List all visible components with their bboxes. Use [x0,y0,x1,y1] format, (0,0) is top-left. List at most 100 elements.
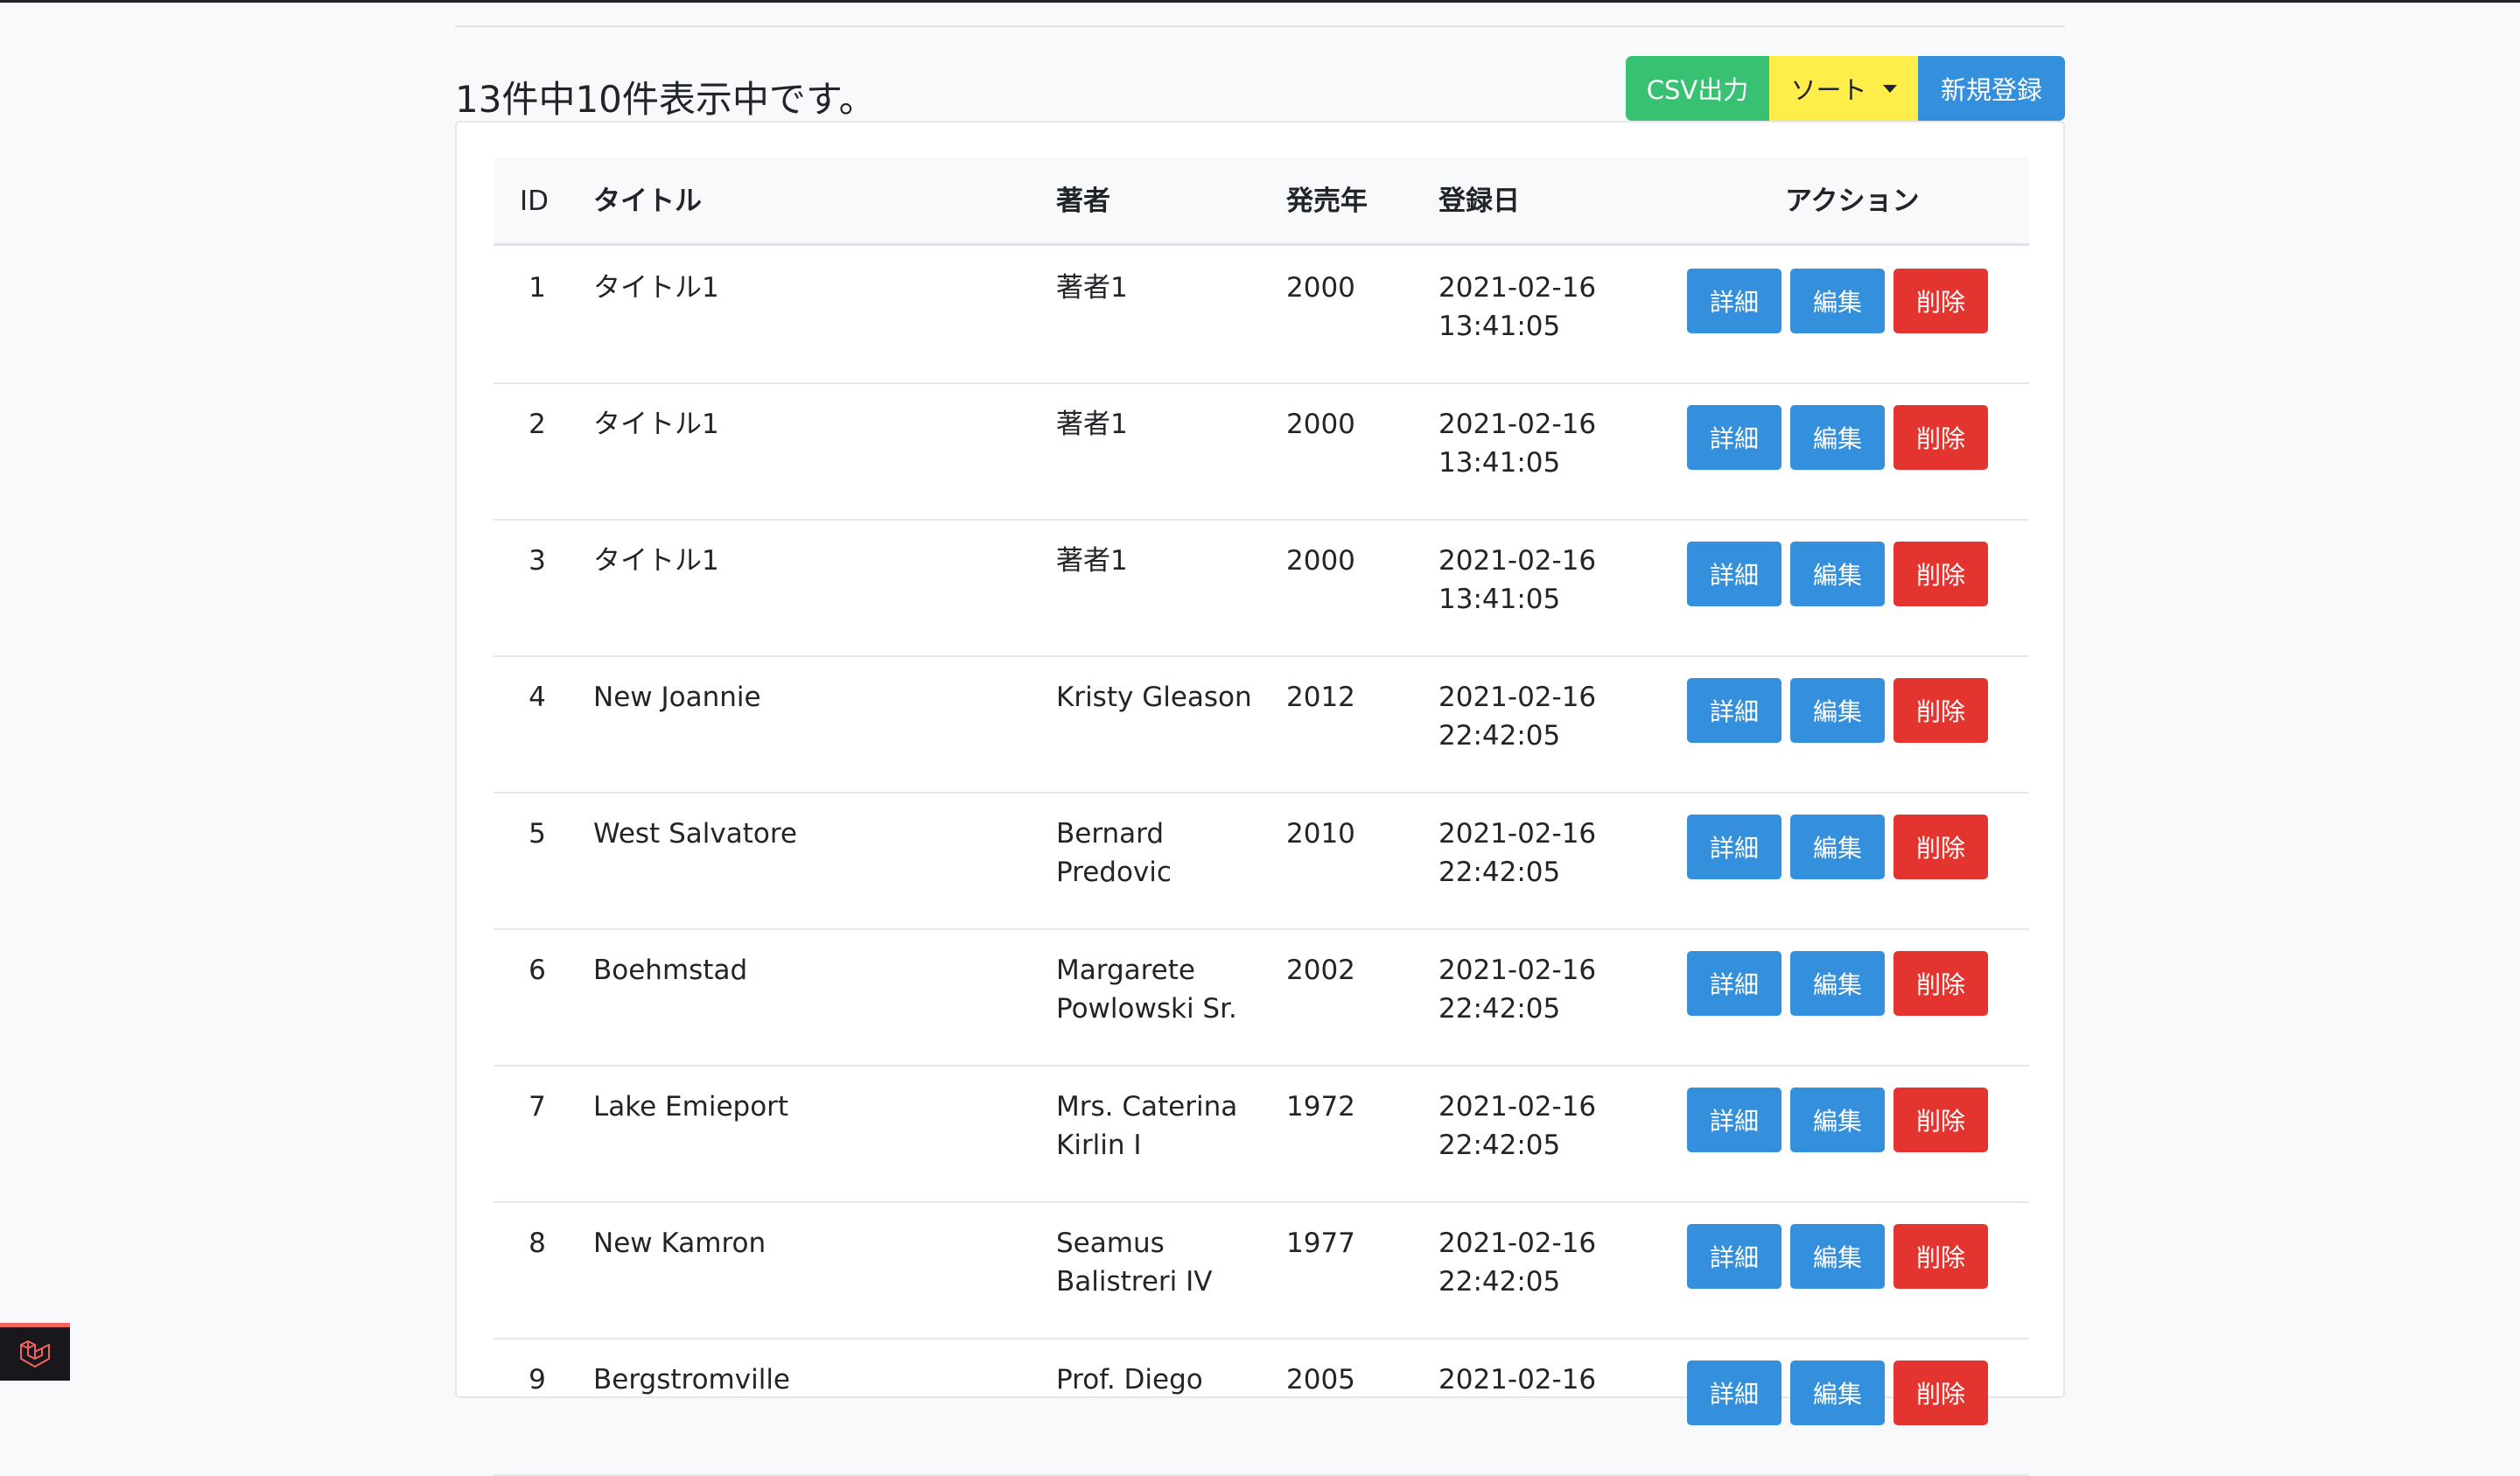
cell-title: タイトル1 [593,272,719,304]
cell-date-time: 22:42:05 [1438,993,1561,1025]
new-record-button[interactable]: 新規登録 [1918,56,2065,121]
delete-button[interactable]: 削除 [1894,1088,1988,1152]
books-table-card: ID タイトル 著者 発売年 登録日 アクション 1 タイトル1 著者1 2000 20… [455,121,2065,1476]
table-row: 4 New Joannie Kristy Gleason 2012 2021-02-16… [494,655,2029,794]
cell-date: 2021-02-16 [1438,1361,1648,1399]
edit-button[interactable]: 編集 [1790,678,1885,743]
detail-button[interactable]: 詳細 [1687,542,1782,606]
cell-date-day: 2021-02-16 [1438,1091,1597,1123]
detail-button[interactable]: 詳細 [1687,951,1782,1016]
detail-button[interactable]: 詳細 [1687,815,1782,879]
detail-button[interactable]: 詳細 [1687,405,1782,470]
edit-button[interactable]: 編集 [1790,1088,1885,1152]
cell-author: Margarete Powlowski Sr. [1056,955,1237,1025]
delete-button[interactable]: 削除 [1894,678,1988,743]
cell-date: 2021-02-16 22:42:05 [1438,1088,1648,1165]
cell-author: 著者1 [1056,272,1128,304]
cell-year: 2012 [1286,682,1355,713]
cell-date-day: 2021-02-16 [1438,272,1597,304]
cell-date: 2021-02-16 22:42:05 [1438,951,1648,1028]
cell-date-day: 2021-02-16 [1438,1228,1597,1259]
cell-author: Kristy Gleason [1056,682,1252,713]
edit-button[interactable]: 編集 [1790,269,1885,333]
cell-year: 1977 [1286,1228,1355,1259]
row-actions: 詳細 編集 削除 [1687,542,1988,606]
debugbar-toggle[interactable] [0,1323,70,1381]
column-header-title: タイトル [593,185,702,217]
cell-id: 5 [528,818,546,850]
cell-date: 2021-02-16 13:41:05 [1438,542,1648,619]
cell-date-day: 2021-02-16 [1438,1364,1597,1396]
cell-author: Mrs. Caterina Kirlin I [1056,1091,1238,1161]
cell-title: Bergstromville [593,1364,791,1396]
cell-title: New Joannie [593,682,761,713]
cell-id: 1 [528,272,546,304]
cell-author: Bernard Predovic [1056,818,1172,888]
cell-date-day: 2021-02-16 [1438,409,1597,440]
results-summary: 13件中10件表示中です。 [455,78,876,122]
edit-button[interactable]: 編集 [1790,405,1885,470]
cell-year: 2000 [1286,545,1355,577]
cell-author: Seamus Balistreri IV [1056,1228,1213,1298]
cell-title: New Kamron [593,1228,766,1259]
cell-date: 2021-02-16 13:41:05 [1438,269,1648,346]
row-actions: 詳細 編集 削除 [1687,405,1988,470]
cell-title: タイトル1 [593,545,719,577]
detail-button[interactable]: 詳細 [1687,678,1782,743]
table-header: ID タイトル 著者 発売年 登録日 アクション [494,157,2029,246]
table-row: 3 タイトル1 著者1 2000 2021-02-16 13:41:05 詳細 編集 削除 [494,519,2029,657]
edit-button[interactable]: 編集 [1790,1224,1885,1289]
cell-date-time: 22:42:05 [1438,1266,1561,1298]
table-row: 7 Lake Emieport Mrs. Caterina Kirlin I 1972… [494,1065,2029,1203]
cell-date-day: 2021-02-16 [1438,818,1597,850]
cell-id: 7 [528,1091,546,1123]
cell-date-day: 2021-02-16 [1438,955,1597,986]
cell-title: Boehmstad [593,955,748,986]
cell-title: West Salvatore [593,818,797,850]
caret-down-icon [1882,84,1897,93]
cell-date-time: 13:41:05 [1438,584,1561,615]
edit-button[interactable]: 編集 [1790,815,1885,879]
detail-button[interactable]: 詳細 [1687,1361,1782,1425]
cell-date-time: 22:42:05 [1438,857,1561,888]
cell-author: Prof. Diego [1056,1364,1203,1396]
cell-date: 2021-02-16 22:42:05 [1438,678,1648,755]
detail-button[interactable]: 詳細 [1687,1224,1782,1289]
column-header-actions: アクション [1785,185,1920,217]
cell-date-time: 13:41:05 [1438,311,1561,342]
delete-button[interactable]: 削除 [1894,815,1988,879]
delete-button[interactable]: 削除 [1894,951,1988,1016]
detail-button[interactable]: 詳細 [1687,1088,1782,1152]
delete-button[interactable]: 削除 [1894,405,1988,470]
cell-id: 6 [528,955,546,986]
delete-button[interactable]: 削除 [1894,542,1988,606]
cell-date-day: 2021-02-16 [1438,545,1597,577]
cell-title: Lake Emieport [593,1091,789,1123]
cell-author: 著者1 [1056,545,1128,577]
table-row: 1 タイトル1 著者1 2000 2021-02-16 13:41:05 詳細 編集 削除 [494,246,2029,384]
cell-id: 2 [528,409,546,440]
edit-button[interactable]: 編集 [1790,542,1885,606]
column-header-year: 発売年 [1286,185,1368,217]
table-row: 5 West Salvatore Bernard Predovic 2010 2021-… [494,792,2029,930]
cell-year: 2000 [1286,409,1355,440]
cell-year: 2000 [1286,272,1355,304]
edit-button[interactable]: 編集 [1790,1361,1885,1425]
sort-dropdown-button[interactable]: ソート [1769,56,1918,121]
cell-id: 8 [528,1228,546,1259]
delete-button[interactable]: 削除 [1894,1361,1988,1425]
toolbar: CSV出力 ソート 新規登録 [1626,56,2065,121]
row-actions: 詳細 編集 削除 [1687,1361,1988,1425]
cell-year: 2005 [1286,1364,1355,1396]
csv-export-button[interactable]: CSV出力 [1626,56,1769,121]
delete-button[interactable]: 削除 [1894,269,1988,333]
cell-id: 4 [528,682,546,713]
edit-button[interactable]: 編集 [1790,951,1885,1016]
delete-button[interactable]: 削除 [1894,1224,1988,1289]
cell-author: 著者1 [1056,409,1128,440]
table-row: 9 Bergstromville Prof. Diego 2005 2021-02-16… [494,1338,2029,1476]
detail-button[interactable]: 詳細 [1687,269,1782,333]
cell-title: タイトル1 [593,409,719,440]
cell-year: 1972 [1286,1091,1355,1123]
cell-date-time: 13:41:05 [1438,447,1561,479]
